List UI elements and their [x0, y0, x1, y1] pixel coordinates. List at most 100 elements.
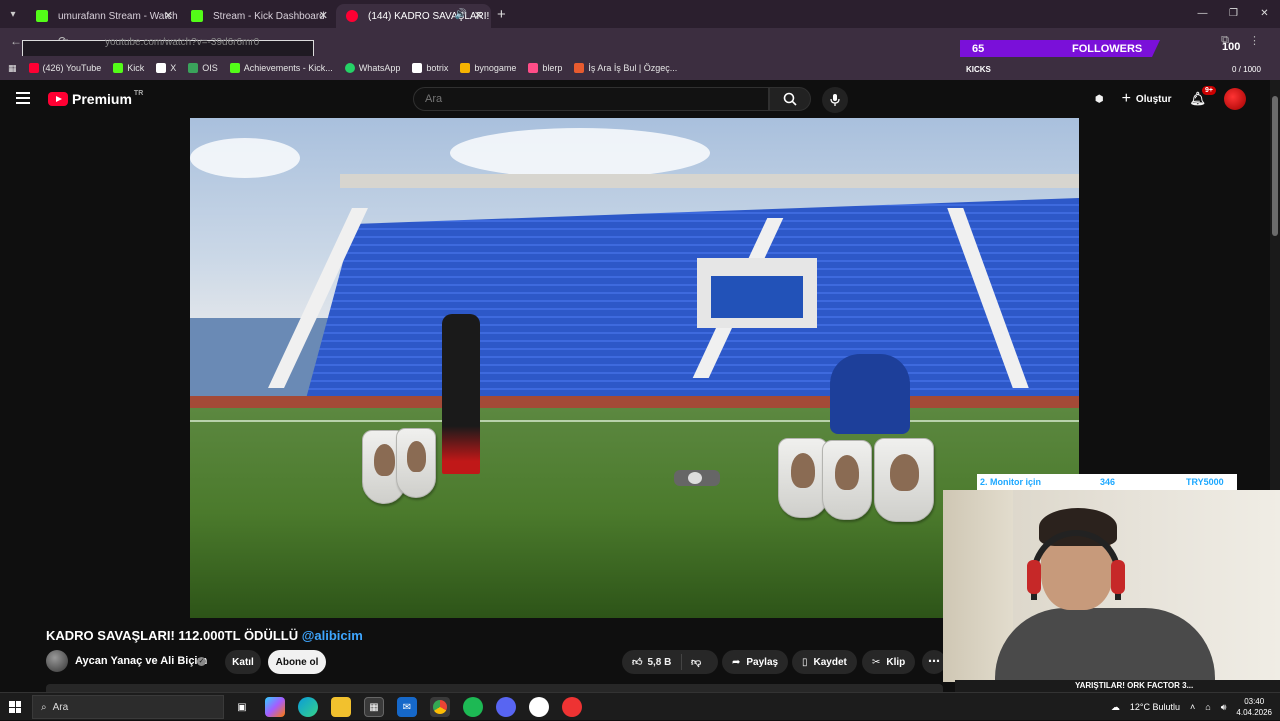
menu-dots-icon[interactable]: ⋮ [1249, 34, 1260, 47]
webcam-person-body [995, 608, 1215, 682]
microphone-icon [830, 94, 840, 106]
job-site-icon [574, 63, 585, 73]
video-cloud [450, 128, 710, 178]
weather-text[interactable]: 12°C Bulutlu [1130, 702, 1180, 712]
channel-avatar[interactable] [46, 650, 68, 672]
back-icon[interactable]: ← [10, 34, 22, 48]
thumbs-up-icon: 👍︎ [632, 657, 643, 668]
mail-icon[interactable]: ✉ [397, 697, 417, 717]
channel-name[interactable]: Aycan Yanaç ve Ali Biçim [75, 655, 207, 667]
share-label: Paylaş [746, 656, 779, 668]
task-view-icon[interactable]: ▣ [232, 697, 252, 717]
create-button[interactable]: + Oluştur [1122, 90, 1172, 108]
tab-youtube-video[interactable]: (144) KADRO SAVAŞLARI! 1 🔊 ✕ [336, 4, 491, 28]
whatsapp-icon [344, 63, 355, 73]
subscribe-button[interactable]: Abone ol [268, 650, 326, 674]
store-icon[interactable]: ▦ [364, 697, 384, 717]
minimize-icon[interactable]: — [1187, 0, 1218, 28]
bookmark-ois[interactable]: OIS [188, 63, 218, 73]
bookmark-label: Achievements - Kick... [243, 63, 333, 73]
followers-count: 65 [972, 42, 985, 55]
clip-label: Klip [886, 656, 906, 668]
ball-on-pitch [674, 470, 720, 486]
search-button[interactable] [769, 87, 811, 111]
bookmark-blerp[interactable]: blerp [528, 63, 562, 73]
like-button[interactable]: 👍︎ 5,8 B [622, 654, 682, 670]
bookmark-bynogame[interactable]: bynogame [460, 63, 516, 73]
woman-bending [830, 354, 910, 434]
cast-icon[interactable]: ⬢ [1095, 94, 1104, 105]
browser-tab-strip: ▾ umurafann Stream - Watch Live ✕ Stream… [0, 0, 1280, 28]
url-field[interactable]: youtube.com/watch?v=-39d6r6mr0 [105, 37, 259, 48]
windows-start-icon[interactable] [9, 701, 21, 713]
bookmark-kick[interactable]: Kick [113, 63, 144, 73]
search-input[interactable] [413, 87, 769, 111]
file-explorer-icon[interactable] [331, 697, 351, 717]
bookmark-botrix[interactable]: botrix [412, 63, 448, 73]
bookmark-x[interactable]: X [156, 63, 176, 73]
save-label: Kaydet [813, 656, 847, 668]
save-button[interactable]: ▯ Kaydet [792, 650, 857, 674]
edge-icon[interactable] [298, 697, 318, 717]
speaker-icon[interactable]: 🔊 [455, 9, 467, 20]
tab-kick-dashboard[interactable]: Stream - Kick Dashboard ✕ [181, 4, 336, 28]
volume-icon[interactable]: 🔊︎ [1221, 702, 1227, 713]
description-box[interactable] [46, 684, 943, 692]
bookmark-whatsapp[interactable]: WhatsApp [344, 63, 401, 73]
tab-kick-stream[interactable]: umurafann Stream - Watch Live ✕ [26, 4, 181, 28]
join-button[interactable]: Katıl [225, 650, 261, 674]
discord-icon[interactable] [496, 697, 516, 717]
donation-goal: TRY5000 [1186, 477, 1224, 487]
notifications-button[interactable]: 🔔︎ 9+ [1189, 86, 1216, 107]
stadium-roof [340, 174, 1079, 188]
taskbar-search[interactable]: ⌕ Ara [32, 695, 224, 719]
obs-icon[interactable] [529, 697, 549, 717]
create-label: Oluştur [1135, 93, 1172, 105]
menu-icon[interactable] [16, 92, 30, 104]
share-button[interactable]: ➦ Paylaş [722, 650, 789, 674]
network-icon[interactable]: ⌂ [1205, 702, 1210, 712]
like-dislike-group: 👍︎ 5,8 B 👎︎ [622, 650, 718, 674]
bookmark-achievements[interactable]: Achievements - Kick... [229, 63, 333, 73]
voice-search-button[interactable] [822, 87, 848, 113]
youtube-favicon-icon [346, 10, 358, 22]
botrix-icon [412, 63, 423, 73]
chrome-icon[interactable] [430, 697, 450, 717]
pitch-line [190, 420, 1079, 422]
bookmark-label: WhatsApp [358, 63, 401, 73]
player-card [778, 438, 828, 518]
clock[interactable]: 03:40 4.04.2026 [1236, 696, 1272, 718]
scroll-thumb[interactable] [1272, 96, 1278, 236]
new-tab-button[interactable]: + [497, 6, 506, 23]
close-tab-icon[interactable]: ✕ [319, 9, 328, 22]
mention-link[interactable]: @alibicim [302, 628, 363, 643]
close-tab-icon[interactable]: ✕ [474, 9, 483, 22]
x-icon [156, 63, 167, 73]
maximize-icon[interactable]: ❐ [1218, 0, 1249, 28]
copilot-icon[interactable] [265, 697, 285, 717]
account-avatar[interactable] [1224, 88, 1246, 110]
spotify-icon[interactable] [463, 697, 483, 717]
tab-title: (144) KADRO SAVAŞLARI! 1 [368, 10, 491, 22]
bookmark-label: botrix [426, 63, 449, 73]
bookmark-is-ara[interactable]: İş Ara İş Bul | Özgeç... [574, 63, 677, 73]
close-window-icon[interactable]: ✕ [1249, 0, 1280, 28]
clip-button[interactable]: ✂ Klip [862, 650, 916, 674]
app-icon[interactable] [562, 697, 582, 717]
ois-icon [188, 63, 199, 73]
video-title-text: KADRO SAVAŞLARI! 112.000TL ÖDÜLLÜ [46, 628, 299, 643]
youtube-premium-logo[interactable]: Premium TR [48, 90, 143, 107]
bookmark-youtube[interactable]: (426) YouTube [28, 63, 101, 73]
donation-message: 2. Monitor için [980, 477, 1042, 487]
close-tab-icon[interactable]: ✕ [164, 9, 173, 22]
tab-search-menu-icon[interactable]: ▾ [0, 0, 26, 28]
player-card [874, 438, 934, 522]
dislike-button[interactable]: 👎︎ [682, 656, 701, 668]
kick-icon [113, 63, 124, 73]
logo-text: Premium [72, 91, 132, 107]
tray-overflow-icon[interactable]: ˄ [1190, 702, 1195, 712]
headset-earcup [1111, 560, 1125, 594]
subscribe-label: Abone ol [275, 656, 319, 668]
apps-grid-icon[interactable]: ▦ [8, 63, 17, 74]
bookmark-label: Kick [127, 63, 145, 73]
